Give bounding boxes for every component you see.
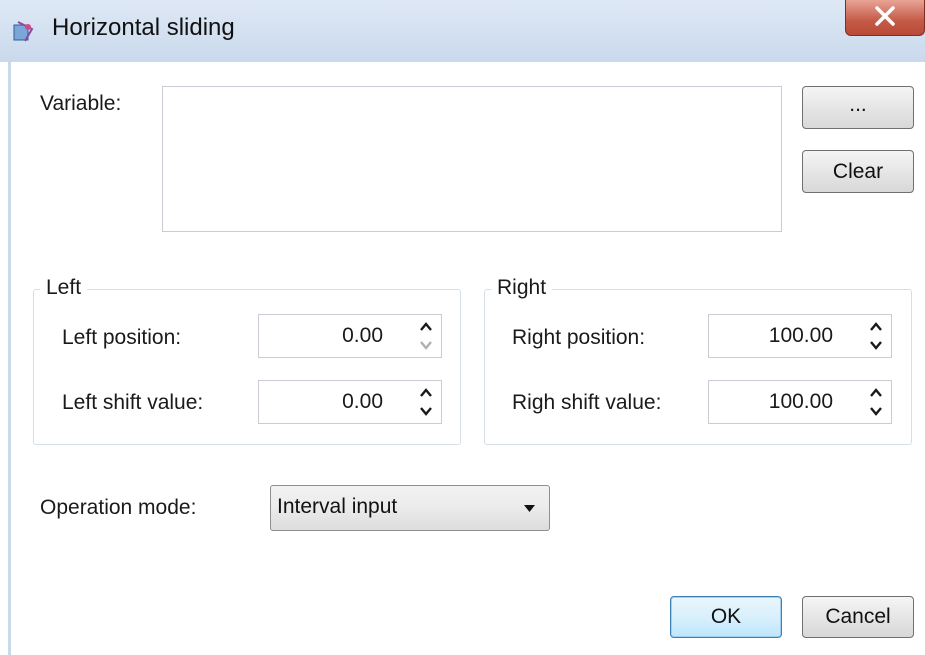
right-shift-label: Righ shift value: (512, 391, 662, 414)
spin-arrows-icon[interactable] (419, 321, 433, 351)
right-group-title: Right (491, 276, 553, 300)
cancel-button[interactable]: Cancel (802, 596, 914, 638)
operation-mode-label: Operation mode: (40, 496, 197, 519)
operation-mode-value: Interval input (277, 495, 398, 518)
left-position-value: 0.00 (342, 324, 383, 347)
left-group-title: Left (40, 276, 88, 300)
right-position-label: Right position: (512, 326, 646, 349)
close-icon (875, 6, 895, 26)
right-position-spinbox[interactable]: 100.00 (708, 314, 892, 358)
ok-button[interactable]: OK (670, 596, 782, 638)
browse-button[interactable]: ... (802, 86, 914, 129)
app-icon (12, 19, 36, 43)
left-shift-label: Left shift value: (62, 391, 204, 414)
spin-arrows-icon[interactable] (869, 321, 883, 351)
operation-mode-dropdown[interactable]: Interval input (270, 485, 550, 531)
variable-field[interactable] (162, 86, 782, 232)
left-shift-value: 0.00 (342, 390, 383, 413)
right-shift-value: 100.00 (768, 390, 833, 413)
spin-arrows-icon[interactable] (419, 387, 433, 417)
chevron-down-icon (524, 505, 535, 512)
title-bar: Horizontal sliding (0, 0, 925, 62)
variable-label: Variable: (40, 92, 122, 115)
left-position-spinbox[interactable]: 0.00 (258, 314, 442, 358)
left-shift-spinbox[interactable]: 0.00 (258, 380, 442, 424)
clear-button[interactable]: Clear (802, 150, 914, 193)
spin-arrows-icon[interactable] (869, 387, 883, 417)
close-button[interactable] (845, 0, 925, 36)
right-position-value: 100.00 (768, 324, 833, 347)
window-title: Horizontal sliding (52, 14, 235, 41)
left-position-label: Left position: (62, 326, 182, 349)
right-shift-spinbox[interactable]: 100.00 (708, 380, 892, 424)
